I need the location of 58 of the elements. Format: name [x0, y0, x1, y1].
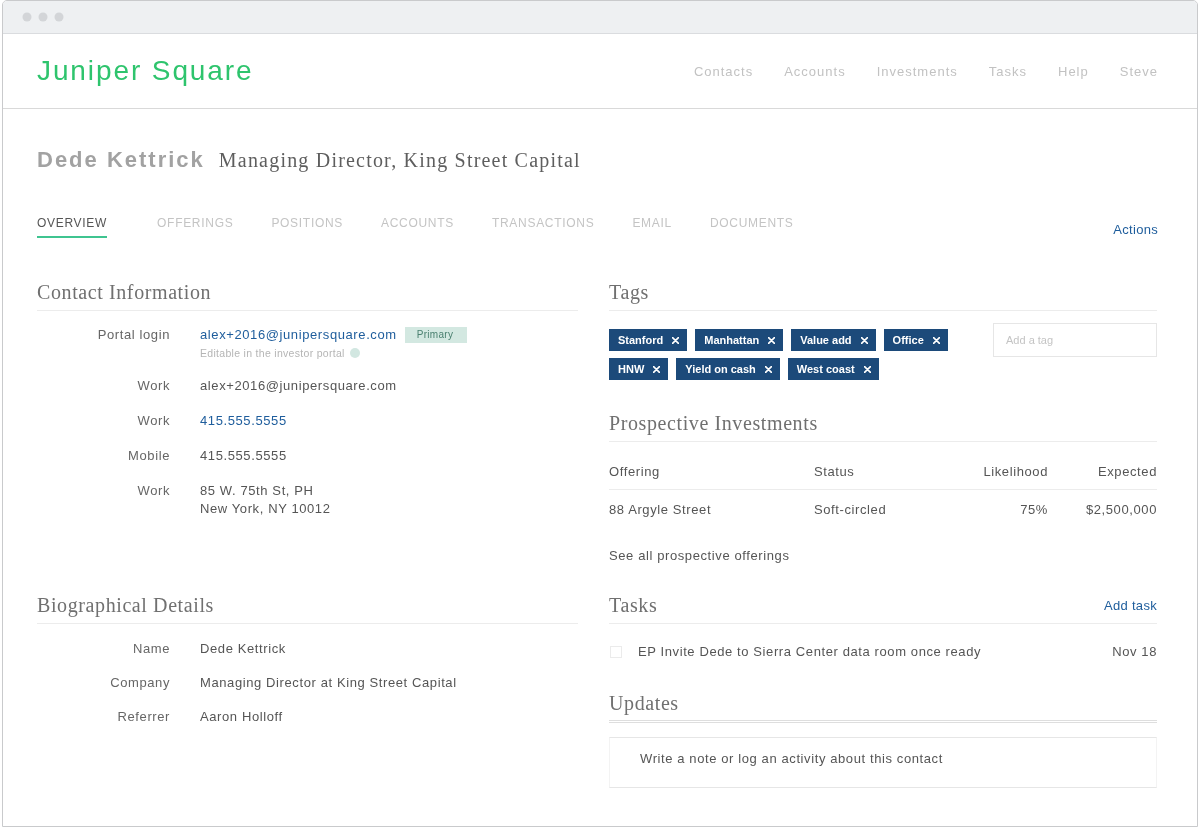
section-heading: Tags — [609, 280, 649, 304]
field-label: Work — [136, 412, 170, 430]
section-heading: Contact Information — [37, 280, 212, 304]
column-header: Offering — [609, 463, 661, 481]
field-label: Work — [136, 482, 170, 500]
tag[interactable]: Value add — [791, 329, 876, 351]
field-value: 415.555.5555 — [200, 447, 287, 465]
column-header: Likelihood — [982, 463, 1048, 481]
column-header: Status — [814, 463, 856, 481]
tab[interactable]: OVERVIEW — [37, 215, 108, 238]
close-icon — [672, 336, 680, 344]
tag[interactable]: West coast — [787, 358, 879, 380]
field-label: Portal login — [96, 326, 170, 344]
field-label: Company — [109, 674, 170, 692]
tag[interactable]: Manhattan — [695, 329, 784, 351]
contact-title: Managing Director, King Street Capital — [218, 149, 581, 172]
field-value: Managing Director at King Street Capital — [200, 674, 457, 692]
section-heading: Tasks — [609, 593, 658, 617]
contact-link[interactable]: alex+2016@junipersquare.com — [200, 326, 397, 344]
tag[interactable]: HNW — [609, 358, 669, 380]
field-label: Mobile — [127, 447, 170, 465]
actions-link[interactable]: Actions — [1113, 222, 1158, 238]
table-cell-text: 75% — [1019, 501, 1048, 519]
close-icon — [860, 336, 868, 344]
table-cell-text: 88 Argyle Street — [609, 501, 713, 519]
close-icon — [863, 365, 871, 373]
tag[interactable]: Yield on cash — [676, 358, 780, 380]
address-text: 85 W. 75th St, PH New York, NY 10012 — [200, 482, 331, 518]
tag[interactable]: Office — [883, 329, 948, 351]
close-icon — [932, 336, 940, 344]
table-cell-text: $2,500,000 — [1084, 501, 1157, 519]
field-value: Dede Kettrick — [200, 640, 286, 658]
section-heading: Prospective Investments — [609, 411, 818, 435]
field-value: alex+2016@junipersquare.com — [200, 377, 397, 395]
task-due-date: Nov 18 — [1112, 643, 1157, 661]
close-icon — [768, 336, 776, 344]
contact-name: Dede Kettrick — [37, 147, 205, 173]
contact-link[interactable]: 415.555.5555 — [200, 412, 287, 430]
close-icon — [764, 365, 772, 373]
column-header: Expected — [1097, 463, 1157, 481]
task-text: EP Invite Dede to Sierra Center data room once ready — [638, 643, 982, 661]
field-note: Editable in the investor portal — [200, 346, 345, 360]
tag[interactable]: Stanford — [609, 329, 688, 351]
see-all-link[interactable]: See all prospective offerings — [609, 547, 790, 565]
add-task-link[interactable]: Add task — [1104, 597, 1157, 613]
section-heading: Updates — [609, 691, 679, 715]
field-value: Aaron Holloff — [200, 708, 283, 726]
window-dots-icon — [22, 12, 64, 22]
note-field[interactable]: Write a note or log an activity about this contact — [609, 737, 1157, 788]
close-icon — [653, 365, 661, 373]
section-heading: Biographical Details — [37, 593, 214, 617]
table-cell-text: Soft-circled — [814, 501, 888, 519]
primary-badge: Primary — [404, 327, 468, 343]
field-label: Name — [131, 640, 170, 658]
field-label: Referrer — [116, 708, 170, 726]
dot-icon — [349, 348, 360, 358]
field-label: Work — [136, 377, 170, 395]
tag-input[interactable]: Add a tag — [993, 323, 1157, 357]
